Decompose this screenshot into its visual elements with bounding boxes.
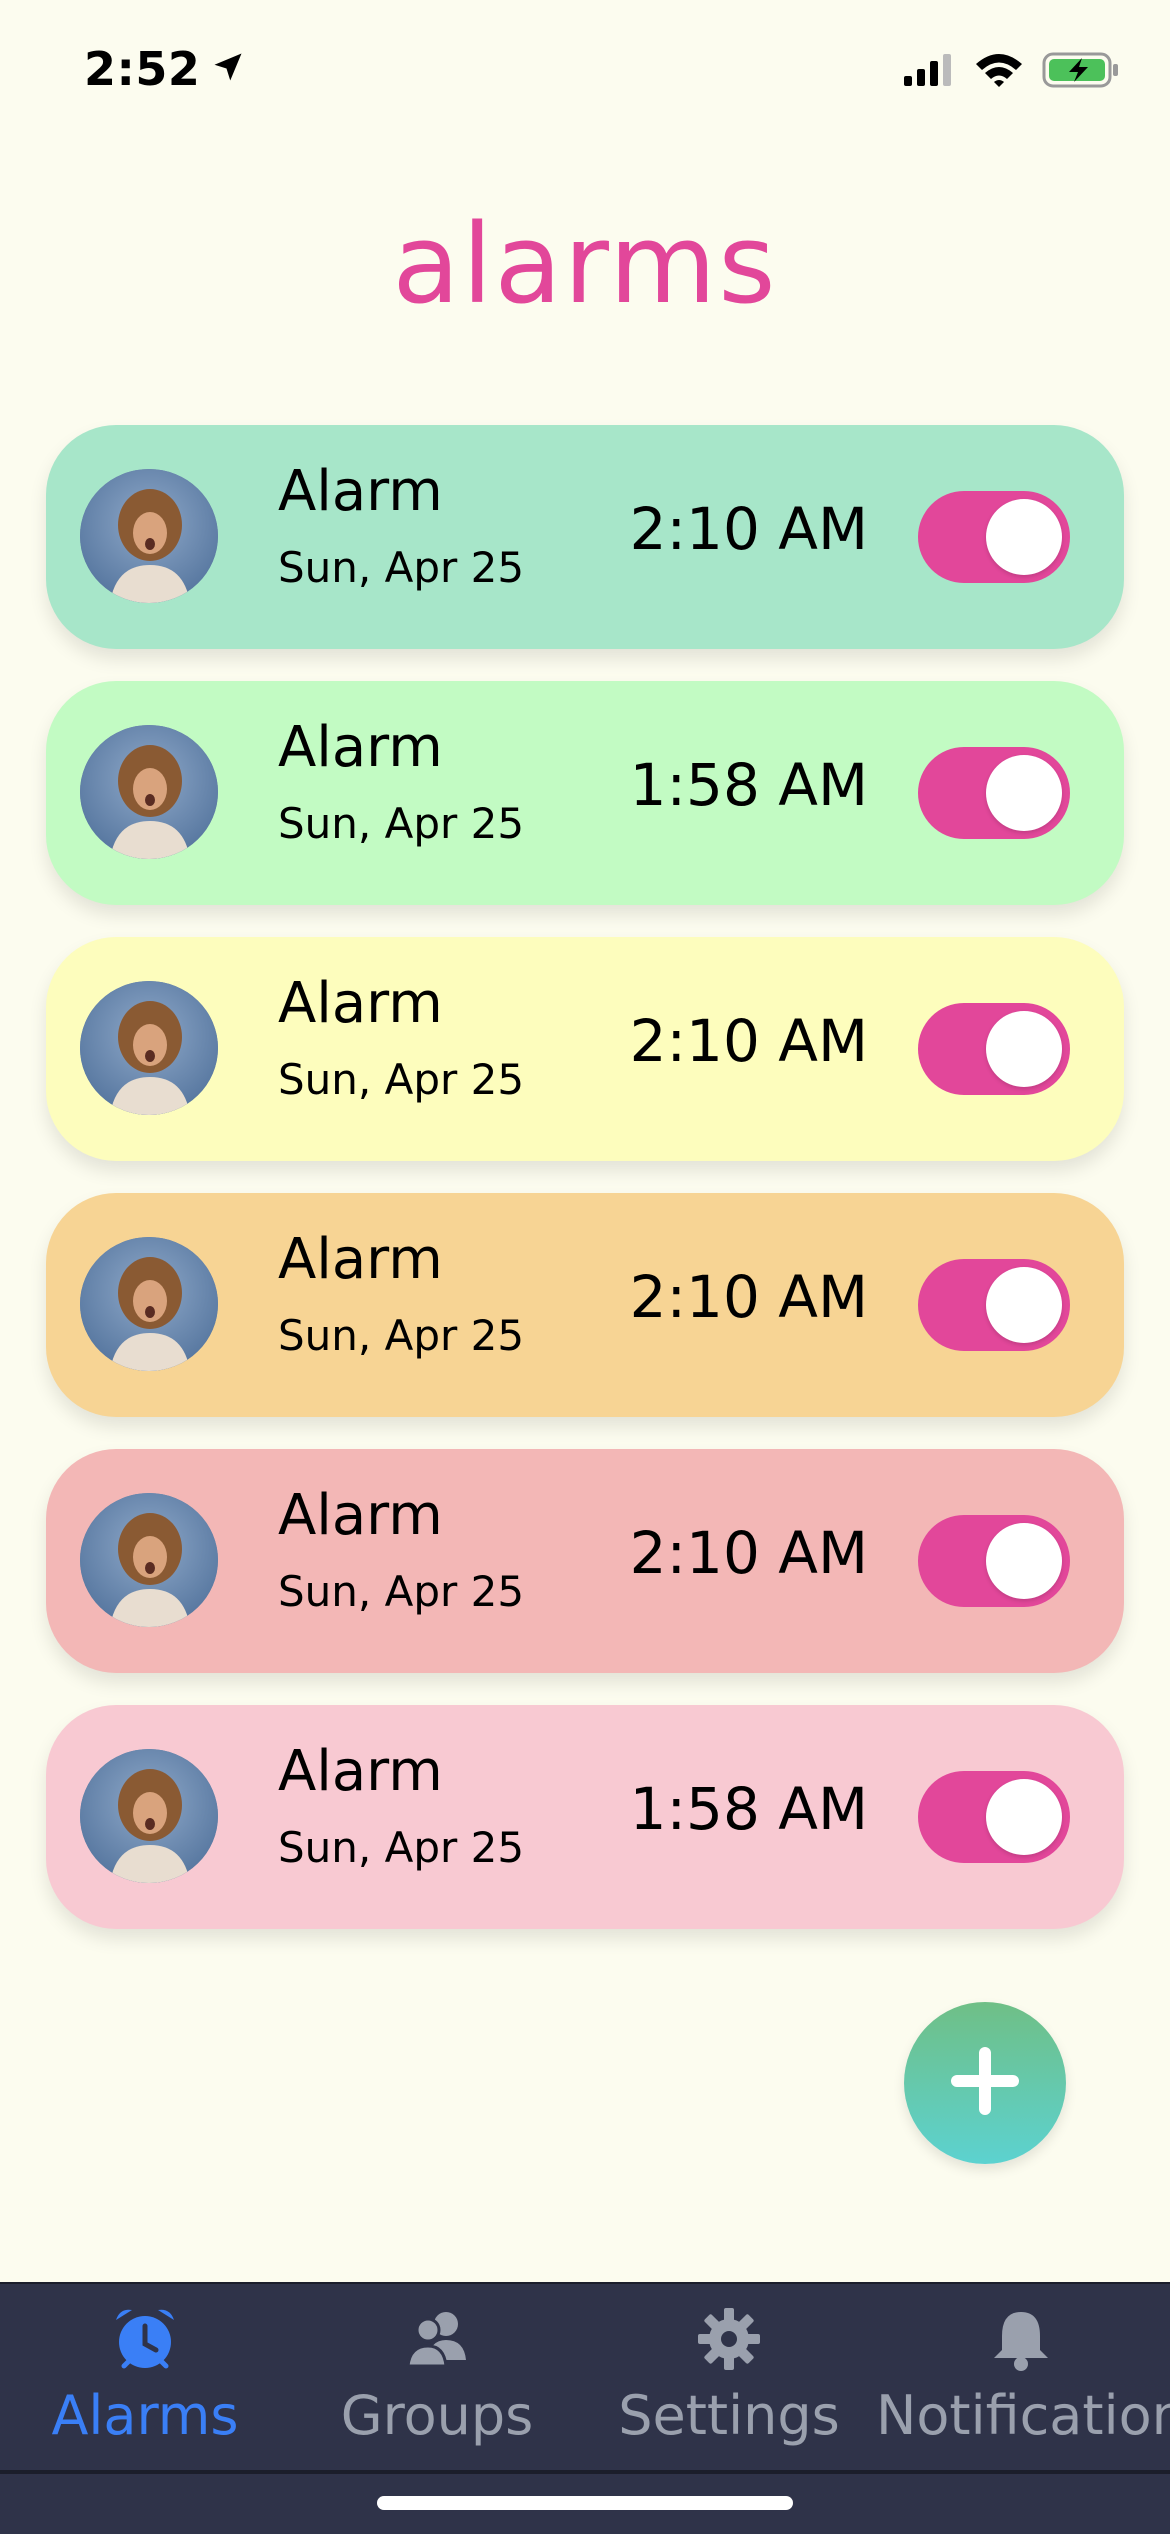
alarm-name: Alarm bbox=[278, 715, 443, 780]
status-icons bbox=[902, 50, 1120, 94]
location-arrow-icon bbox=[210, 42, 246, 96]
alarm-clock-icon bbox=[110, 2304, 180, 2374]
status-time-text: 2:52 bbox=[84, 42, 201, 96]
avatar bbox=[80, 469, 218, 603]
avatar bbox=[80, 1749, 218, 1883]
toggle-knob bbox=[986, 1779, 1062, 1855]
alarm-date: Sun, Apr 25 bbox=[278, 1567, 525, 1616]
tab-settings[interactable]: Settings bbox=[584, 2294, 874, 2464]
avatar bbox=[80, 1493, 218, 1627]
people-icon bbox=[402, 2304, 472, 2374]
alarm-toggle[interactable] bbox=[918, 747, 1070, 839]
tab-notifications-label: Notifications bbox=[876, 2384, 1170, 2447]
status-bar: 2:52 bbox=[0, 0, 1170, 150]
cellular-signal-icon bbox=[902, 52, 956, 92]
tab-groups-label: Groups bbox=[340, 2384, 534, 2447]
alarm-date: Sun, Apr 25 bbox=[278, 799, 525, 848]
alarm-time: 2:10 AM bbox=[629, 1007, 868, 1075]
alarm-name: Alarm bbox=[278, 971, 443, 1036]
avatar bbox=[80, 1237, 218, 1371]
alarm-toggle[interactable] bbox=[918, 1259, 1070, 1351]
alarm-card[interactable]: Alarm Sun, Apr 25 1:58 AM bbox=[46, 681, 1124, 905]
tab-alarms-label: Alarms bbox=[51, 2384, 239, 2447]
battery-charging-icon bbox=[1042, 50, 1120, 94]
alarm-time: 2:10 AM bbox=[629, 1263, 868, 1331]
status-time: 2:52 bbox=[84, 42, 246, 96]
alarm-date: Sun, Apr 25 bbox=[278, 1823, 525, 1872]
alarm-date: Sun, Apr 25 bbox=[278, 1055, 525, 1104]
bell-icon bbox=[986, 2304, 1056, 2374]
alarm-name: Alarm bbox=[278, 459, 443, 524]
alarm-card[interactable]: Alarm Sun, Apr 25 2:10 AM bbox=[46, 937, 1124, 1161]
alarm-name: Alarm bbox=[278, 1227, 443, 1292]
avatar bbox=[80, 725, 218, 859]
alarm-time: 2:10 AM bbox=[629, 495, 868, 563]
page-title: alarms bbox=[392, 200, 778, 328]
toggle-knob bbox=[986, 1011, 1062, 1087]
alarm-time: 1:58 AM bbox=[629, 1775, 868, 1843]
alarm-toggle[interactable] bbox=[918, 1771, 1070, 1863]
tab-notifications[interactable]: Notifications bbox=[876, 2294, 1170, 2464]
home-indicator-area bbox=[0, 2474, 1170, 2532]
alarm-name: Alarm bbox=[278, 1739, 443, 1804]
home-indicator[interactable] bbox=[377, 2496, 793, 2510]
wifi-icon bbox=[974, 52, 1024, 92]
tab-groups[interactable]: Groups bbox=[292, 2294, 582, 2464]
alarm-date: Sun, Apr 25 bbox=[278, 1311, 525, 1360]
add-alarm-button[interactable] bbox=[904, 2002, 1066, 2164]
toggle-knob bbox=[986, 499, 1062, 575]
alarm-card[interactable]: Alarm Sun, Apr 25 2:10 AM bbox=[46, 425, 1124, 649]
tab-settings-label: Settings bbox=[618, 2384, 840, 2447]
tab-alarms[interactable]: Alarms bbox=[0, 2294, 290, 2464]
alarm-time: 2:10 AM bbox=[629, 1519, 868, 1587]
alarm-card[interactable]: Alarm Sun, Apr 25 2:10 AM bbox=[46, 1193, 1124, 1417]
toggle-knob bbox=[986, 755, 1062, 831]
alarm-card[interactable]: Alarm Sun, Apr 25 2:10 AM bbox=[46, 1449, 1124, 1673]
alarm-date: Sun, Apr 25 bbox=[278, 543, 525, 592]
alarm-time: 1:58 AM bbox=[629, 751, 868, 819]
alarm-toggle[interactable] bbox=[918, 1003, 1070, 1095]
gear-icon bbox=[694, 2304, 764, 2374]
avatar bbox=[80, 981, 218, 1115]
alarm-toggle[interactable] bbox=[918, 491, 1070, 583]
toggle-knob bbox=[986, 1523, 1062, 1599]
alarm-name: Alarm bbox=[278, 1483, 443, 1548]
alarm-card[interactable]: Alarm Sun, Apr 25 1:58 AM bbox=[46, 1705, 1124, 1929]
alarm-toggle[interactable] bbox=[918, 1515, 1070, 1607]
plus-icon bbox=[947, 2043, 1023, 2123]
alarm-list: Alarm Sun, Apr 25 2:10 AM Alarm Sun, Apr… bbox=[46, 425, 1124, 1961]
toggle-knob bbox=[986, 1267, 1062, 1343]
